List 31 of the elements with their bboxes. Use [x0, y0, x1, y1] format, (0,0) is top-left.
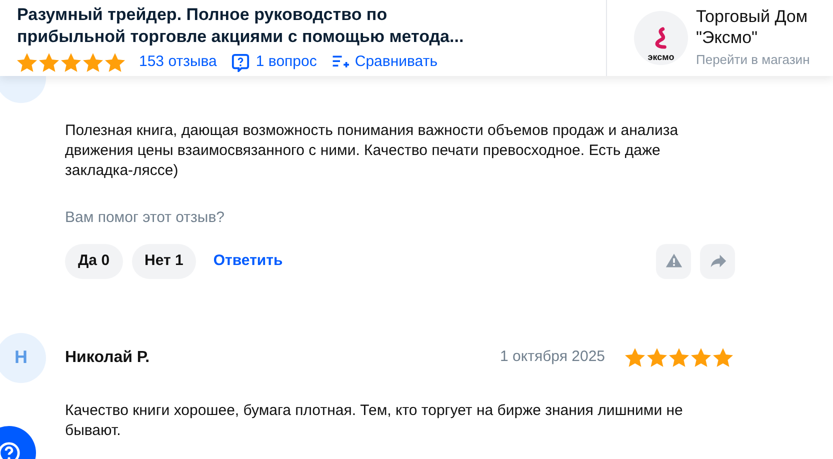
warning-icon: [664, 252, 682, 270]
review-text: Полезная книга, дающая возможность понимания важности объемов продаж и анализа движения цены взаимосвязанного с ними. Качество печати превосходное. Есть даже закладка-ляссе): [65, 121, 680, 181]
avatar: Н: [0, 332, 46, 382]
star-icon: [83, 52, 103, 72]
question-bubble-icon: [230, 52, 250, 72]
share-arrow-icon: [708, 252, 726, 270]
review-date: 1 октября 2025: [500, 347, 605, 368]
reply-link[interactable]: Ответить: [213, 250, 283, 272]
no-button[interactable]: Нет 1: [132, 244, 196, 278]
star-icon: [691, 348, 711, 367]
star-icon: [39, 52, 59, 72]
reviews-link[interactable]: 153 отзыва: [139, 51, 217, 74]
star-icon: [625, 348, 645, 367]
review-text: Качество книги хорошее, бумага плотная. Тем, кто торгует на бирже знания лишними не бывают.: [65, 400, 684, 440]
logo-text: эксмо: [648, 52, 674, 63]
store-name: Торговый Дом "Эксмо": [696, 6, 809, 48]
star-icon: [17, 52, 37, 72]
share-button[interactable]: [700, 244, 735, 278]
compare-link[interactable]: Сравнивать: [354, 51, 438, 74]
report-button[interactable]: [656, 244, 691, 278]
star-icon: [105, 52, 125, 72]
star-icon: [669, 348, 689, 367]
star-icon: [713, 348, 733, 367]
yes-button[interactable]: Да 0: [65, 244, 123, 278]
helpful-question: Вам помог этот отзыв?: [65, 208, 225, 228]
store-link[interactable]: Перейти в магазин: [696, 50, 816, 70]
product-title: Разумный трейдер. Полное руководство по прибыльной торговле акциями с помощью метода...: [17, 4, 465, 48]
questions-link[interactable]: 1 вопрос: [256, 51, 317, 74]
star-icon: [647, 348, 667, 367]
star-icon: [61, 52, 81, 72]
author-name: Николай Р.: [65, 348, 151, 368]
